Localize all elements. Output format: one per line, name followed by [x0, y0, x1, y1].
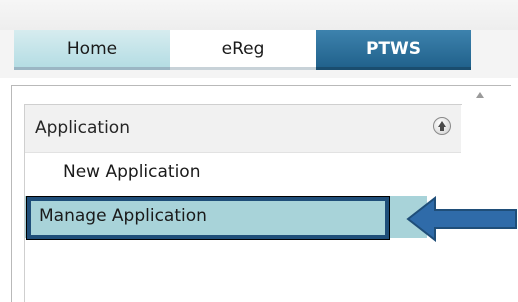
scroll-up-icon[interactable]	[476, 92, 484, 98]
tab-home[interactable]: Home	[14, 30, 170, 70]
arrow-left-icon	[406, 196, 517, 242]
tab-bar: Home eReg PTWS	[0, 30, 518, 78]
chevron-up-circle-icon[interactable]	[433, 117, 451, 135]
window-top-strip	[0, 0, 518, 30]
annotation-highlight-box	[26, 196, 390, 240]
section-header-application[interactable]: Application	[25, 105, 461, 153]
tab-ereg[interactable]: eReg	[170, 30, 316, 70]
section-title: Application	[35, 118, 130, 138]
tab-ptws[interactable]: PTWS	[316, 30, 471, 70]
scrollbar[interactable]	[469, 86, 491, 302]
sidebar-item-new-application[interactable]: New Application	[25, 153, 461, 193]
sidebar-item-label: New Application	[63, 162, 201, 182]
